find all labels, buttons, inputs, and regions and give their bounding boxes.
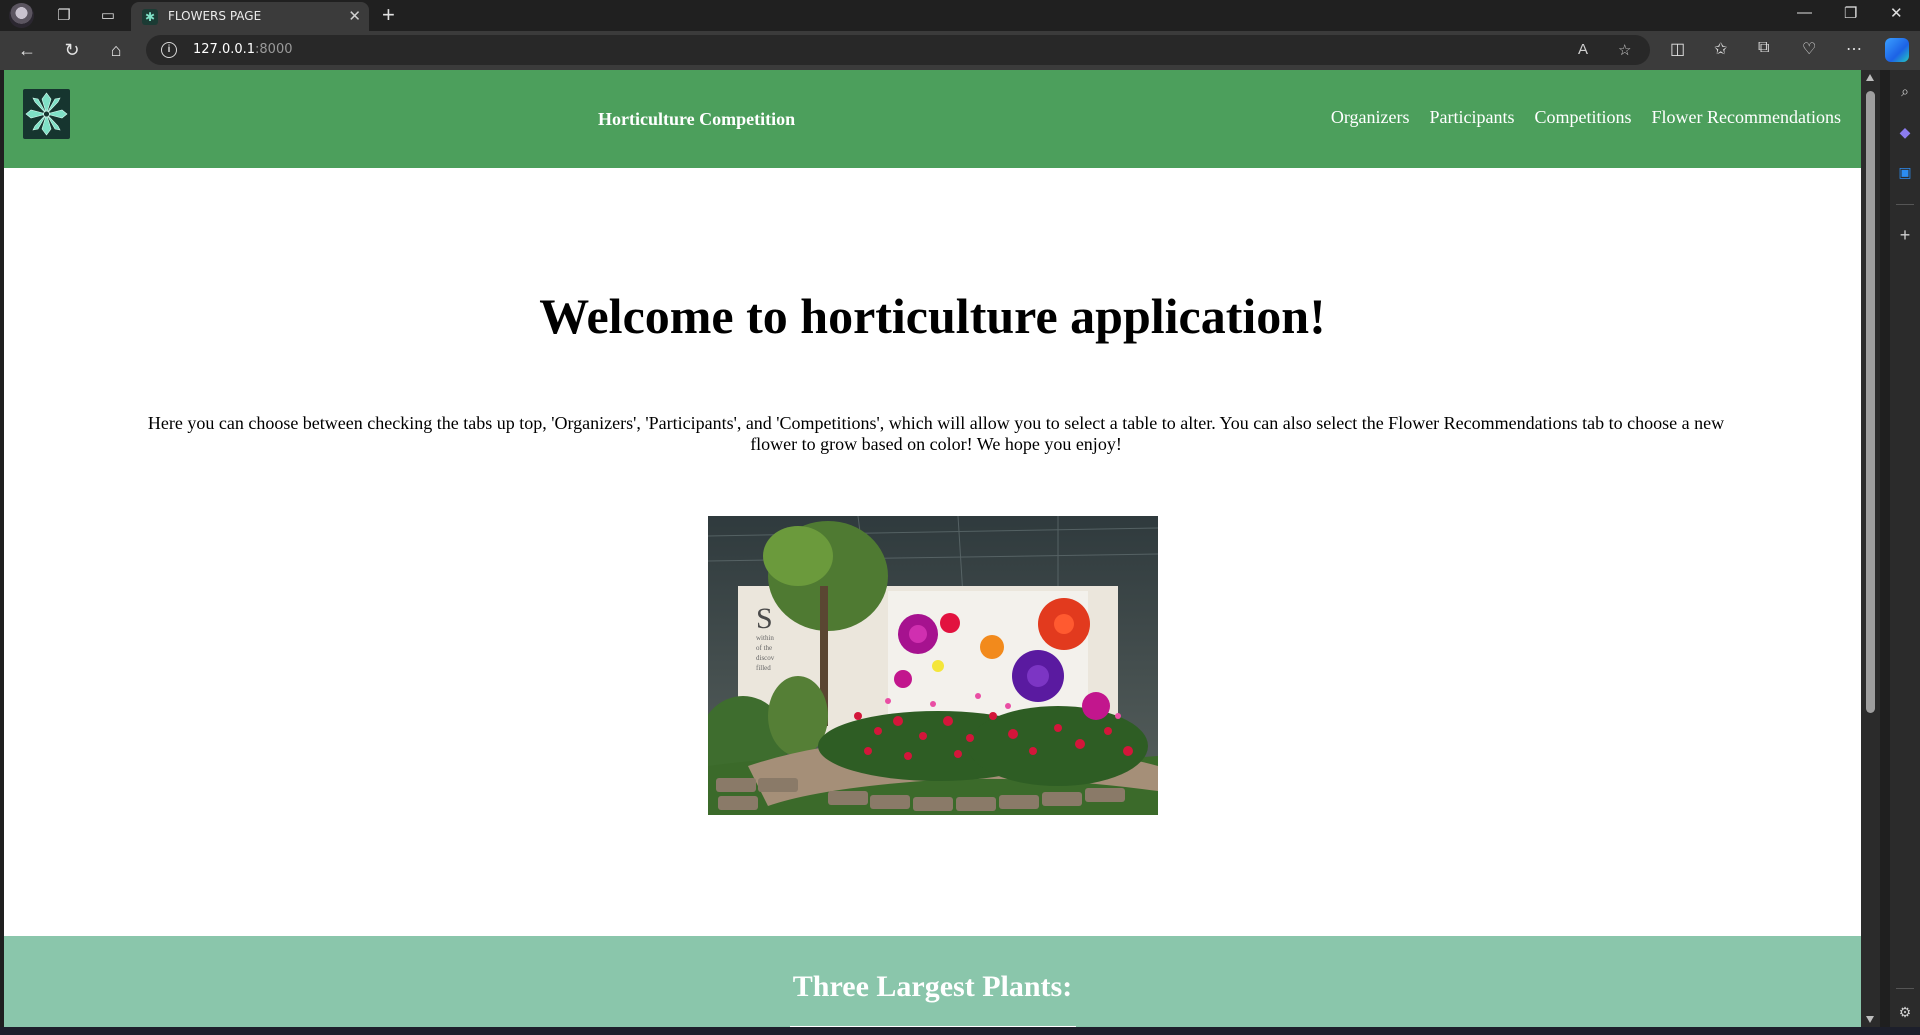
svg-text:filled: filled xyxy=(756,664,771,672)
svg-text:discov: discov xyxy=(756,654,775,662)
site-title[interactable]: Horticulture Competition xyxy=(598,109,795,130)
search-icon[interactable]: ⌕ xyxy=(1896,82,1914,100)
sidebar-settings-gear-icon[interactable]: ⚙ xyxy=(1896,1003,1914,1021)
scroll-down-arrow-icon[interactable] xyxy=(1866,1016,1874,1023)
browser-tab-bar: ❐ ▭ ✱ FLOWERS PAGE ✕ + — ❐ ✕ xyxy=(0,0,1920,31)
address-bar[interactable]: i 127.0.0.1:8000 A ☆ xyxy=(146,35,1650,65)
new-tab-button[interactable]: + xyxy=(382,2,395,28)
split-screen-icon[interactable]: ◫ xyxy=(1670,39,1685,59)
close-window-button[interactable]: ✕ xyxy=(1890,4,1903,22)
favorite-star-icon[interactable]: ☆ xyxy=(1618,41,1631,59)
section-heading: Three Largest Plants: xyxy=(792,970,1073,1003)
sidebar-divider-bottom xyxy=(1896,988,1914,989)
nav-link-flower-recommendations[interactable]: Flower Recommendations xyxy=(1652,107,1841,128)
browser-sidebar: ⌕ ◆ ▣ + ⚙ xyxy=(1890,70,1920,1035)
close-tab-icon[interactable]: ✕ xyxy=(348,7,361,25)
tab-actions-icon[interactable]: ▭ xyxy=(96,4,120,28)
scrollbar-thumb[interactable] xyxy=(1866,91,1875,713)
nav-link-competitions[interactable]: Competitions xyxy=(1535,107,1632,128)
home-icon[interactable]: ⌂ xyxy=(103,37,129,63)
flower-display-photo: S within of the discov filled xyxy=(708,516,1158,815)
workspaces-icon[interactable]: ❐ xyxy=(52,4,76,28)
profile-avatar-icon[interactable] xyxy=(9,3,34,28)
collections-icon[interactable]: ⧉ xyxy=(1758,39,1769,57)
url-port: :8000 xyxy=(255,42,293,57)
favorites-icon[interactable]: ✩ xyxy=(1714,39,1727,59)
url-text[interactable]: 127.0.0.1:8000 xyxy=(193,42,293,57)
site-logo-icon[interactable] xyxy=(23,89,70,139)
read-aloud-icon[interactable]: A xyxy=(1578,41,1588,58)
refresh-icon[interactable]: ↻ xyxy=(59,37,85,63)
largest-plants-section: Three Largest Plants: xyxy=(4,936,1861,1027)
nav-link-organizers[interactable]: Organizers xyxy=(1331,107,1410,128)
more-menu-icon[interactable]: ⋯ xyxy=(1846,39,1862,59)
restore-button[interactable]: ❐ xyxy=(1844,4,1857,22)
tab-title: FLOWERS PAGE xyxy=(168,9,262,23)
sidebar-divider xyxy=(1896,204,1914,205)
browser-toolbar: ← ↻ ⌂ i 127.0.0.1:8000 A ☆ ◫ ✩ ⧉ ♡ ⋯ xyxy=(0,31,1920,70)
page-scrollbar[interactable] xyxy=(1861,70,1880,1027)
outlook-icon[interactable]: ▣ xyxy=(1896,163,1914,181)
add-sidebar-app-icon[interactable]: + xyxy=(1896,226,1914,244)
svg-text:of the: of the xyxy=(756,644,772,652)
page-heading: Welcome to horticulture application! xyxy=(539,288,1326,344)
tab-favicon-icon: ✱ xyxy=(142,9,158,25)
browser-essentials-icon[interactable]: ♡ xyxy=(1802,39,1816,59)
nav-link-participants[interactable]: Participants xyxy=(1430,107,1515,128)
copilot-sidebar-icon[interactable]: ◆ xyxy=(1896,123,1914,141)
site-nav-links: Organizers Participants Competitions Flo… xyxy=(1331,107,1841,128)
back-arrow-icon[interactable]: ← xyxy=(14,37,40,63)
site-info-icon[interactable]: i xyxy=(161,42,177,58)
intro-paragraph: Here you can choose between checking the… xyxy=(147,413,1725,454)
svg-text:S: S xyxy=(756,602,773,635)
minimize-button[interactable]: — xyxy=(1797,4,1812,21)
page-viewport: Horticulture Competition Organizers Part… xyxy=(4,70,1861,1027)
svg-text:within: within xyxy=(756,634,774,642)
taskbar-edge xyxy=(0,1027,1920,1035)
copilot-icon[interactable] xyxy=(1885,38,1909,62)
browser-tab-flowers[interactable]: ✱ FLOWERS PAGE ✕ xyxy=(131,2,369,31)
scroll-up-arrow-icon[interactable] xyxy=(1866,74,1874,81)
url-host: 127.0.0.1 xyxy=(193,42,256,57)
site-navbar: Horticulture Competition Organizers Part… xyxy=(4,70,1861,168)
